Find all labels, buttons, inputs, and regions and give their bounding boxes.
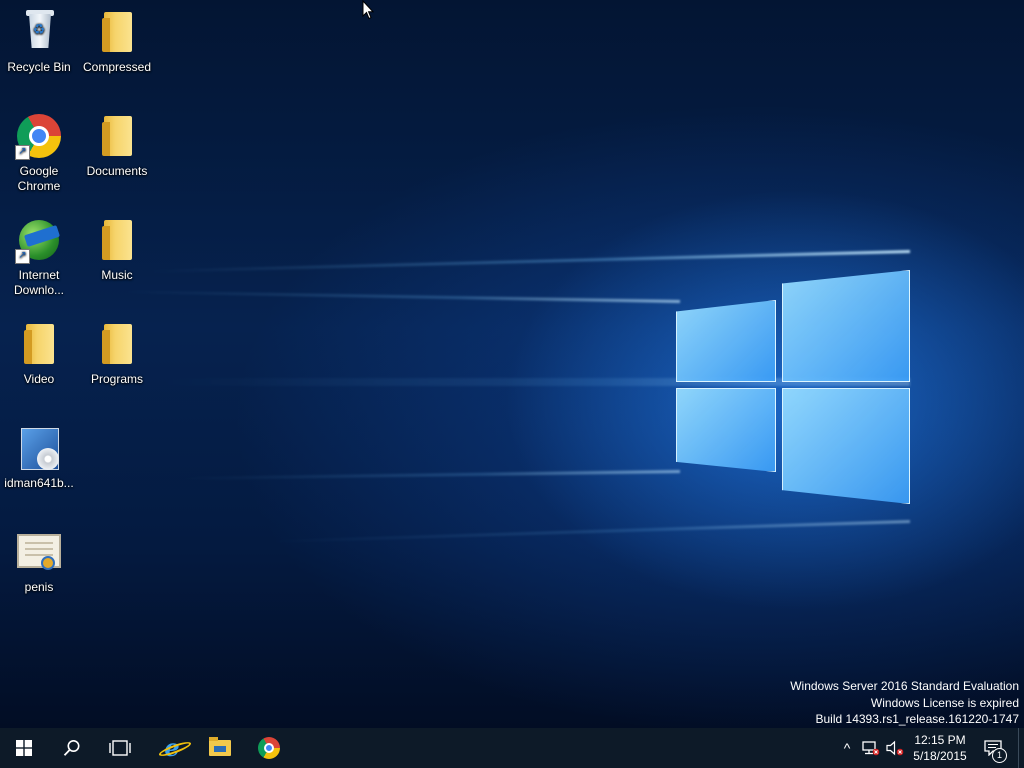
folder-icon (15, 320, 63, 368)
desktop-icon-label: Internet Downlo... (13, 268, 65, 297)
desktop-icon-label: Documents (86, 164, 148, 178)
logo-pane (676, 300, 776, 382)
internet-explorer-icon: e (158, 736, 193, 760)
desktop-icon-label: Recycle Bin (7, 60, 71, 74)
light-beam (180, 470, 681, 480)
folder-icon (93, 320, 141, 368)
windows-start-icon (16, 740, 32, 756)
volume-button[interactable] (884, 728, 906, 768)
watermark-build: Build 14393.rs1_release.161220-1747 (815, 712, 1020, 726)
desktop-icon-certificate[interactable]: penis (1, 528, 77, 595)
desktop-icon-video[interactable]: Video (1, 320, 77, 387)
file-explorer-icon (209, 737, 231, 756)
desktop-icon-music[interactable]: Music (79, 216, 155, 283)
certificate-icon (15, 528, 63, 576)
search-button[interactable] (48, 728, 96, 768)
folder-icon (93, 8, 141, 56)
clock[interactable]: 12:15 PM 5/18/2015 (906, 732, 974, 764)
folder-icon (93, 216, 141, 264)
desktop-icon-idman-installer[interactable]: idman641b... (1, 424, 77, 491)
watermark-edition: Windows Server 2016 Standard Evaluation (790, 679, 1019, 693)
desktop-icon-label: Video (23, 372, 55, 386)
internet-download-manager-icon: ↗ (15, 216, 63, 264)
desktop[interactable]: ♻ Recycle Bin ↗ Google Chrome ↗ Internet… (0, 0, 1024, 728)
shortcut-arrow-icon: ↗ (15, 145, 30, 160)
desktop-icon-compressed[interactable]: Compressed (79, 8, 155, 75)
light-beam (260, 520, 911, 544)
desktop-icon-label: penis (24, 580, 54, 594)
light-beam (120, 290, 681, 303)
chevron-up-icon: ^ (843, 740, 851, 756)
search-icon (63, 740, 80, 756)
desktop-icon-programs[interactable]: Programs (79, 320, 155, 387)
desktop-icon-google-chrome[interactable]: ↗ Google Chrome (1, 112, 77, 194)
recycle-bin-icon: ♻ (15, 8, 63, 56)
task-view-button[interactable] (96, 728, 144, 768)
watermark-license-status: Windows License is expired (870, 695, 1019, 710)
desktop-icon-label: Google Chrome (17, 164, 61, 193)
desktop-icon-label: Programs (90, 372, 143, 386)
network-status-button[interactable] (860, 728, 882, 768)
clock-date: 5/18/2015 (913, 749, 967, 763)
show-desktop-button[interactable] (1018, 728, 1024, 768)
chrome-icon: ↗ (15, 112, 63, 160)
desktop-icon-label: idman641b... (4, 476, 74, 490)
taskbar-google-chrome[interactable] (245, 728, 293, 768)
desktop-icon-recycle-bin[interactable]: ♻ Recycle Bin (1, 8, 77, 75)
logo-pane (676, 388, 776, 472)
taskbar: e ^ 12:15 PM 5/18/2015 1 (0, 728, 1024, 768)
mouse-cursor-icon (362, 0, 374, 20)
taskbar-file-explorer[interactable] (196, 728, 244, 768)
clock-time: 12:15 PM (914, 733, 966, 747)
chrome-icon (258, 737, 280, 759)
folder-icon (93, 112, 141, 160)
network-disconnected-icon (862, 741, 880, 756)
notification-count-badge: 1 (992, 748, 1007, 763)
installer-icon (15, 424, 63, 472)
license-watermark: Windows Server 2016 Standard Evaluation … (790, 678, 1019, 728)
desktop-icon-label: Compressed (82, 60, 152, 74)
desktop-icon-internet-download-manager[interactable]: ↗ Internet Downlo... (1, 216, 77, 298)
logo-pane (782, 388, 910, 504)
windows-logo-wallpaper (672, 268, 912, 508)
taskbar-internet-explorer[interactable]: e (148, 728, 196, 768)
start-button[interactable] (0, 728, 48, 768)
action-center-button[interactable]: 1 (980, 728, 1007, 768)
logo-pane (782, 270, 910, 382)
show-hidden-icons-button[interactable]: ^ (836, 728, 858, 768)
desktop-icon-label: Music (101, 268, 133, 282)
desktop-icon-documents[interactable]: Documents (79, 112, 155, 179)
task-view-icon (109, 740, 131, 756)
shortcut-arrow-icon: ↗ (15, 249, 30, 264)
volume-muted-icon (886, 740, 904, 756)
